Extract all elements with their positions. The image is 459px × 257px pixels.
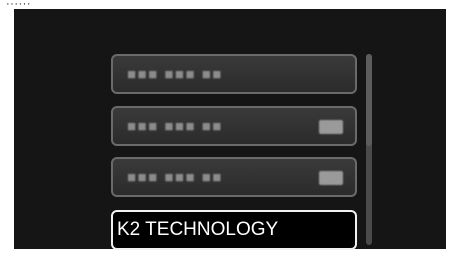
menu-item-1[interactable]: ■■■ ■■■ ■■ — [111, 54, 357, 94]
menu-item-3[interactable]: ■■■ ■■■ ■■ — [111, 157, 357, 197]
menu-item-2[interactable]: ■■■ ■■■ ■■ — [111, 106, 357, 146]
menu-item-label: ■■■ ■■■ ■■ — [127, 118, 223, 135]
camera-menu-screen: ■■■ ■■■ ■■ ■■■ ■■■ ■■ ■■■ ■■■ ■■ K2 TECH… — [14, 9, 446, 250]
scrollbar[interactable] — [366, 54, 372, 245]
setting-value-icon — [319, 120, 343, 134]
menu-item-label: K2 TECHNOLOGY — [117, 219, 279, 240]
menu-item-label: ■■■ ■■■ ■■ — [127, 66, 223, 83]
scrollbar-thumb[interactable] — [366, 54, 372, 146]
menu-item-label: ■■■ ■■■ ■■ — [127, 169, 223, 186]
menu-item-k2-technology[interactable]: K2 TECHNOLOGY — [111, 210, 357, 250]
page-caption: ······ — [6, 0, 31, 9]
setting-value-icon — [319, 171, 343, 185]
